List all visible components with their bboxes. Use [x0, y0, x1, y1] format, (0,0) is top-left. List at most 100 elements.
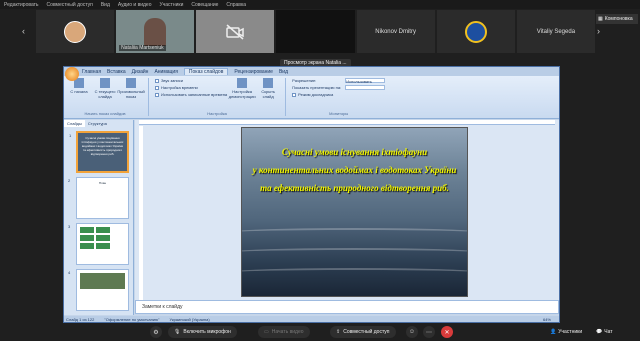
- mic-off-icon: 🎙: [174, 329, 181, 335]
- next-page-icon[interactable]: ›: [597, 26, 600, 36]
- participant-tile[interactable]: [36, 10, 115, 53]
- chat-button[interactable]: 💬 Чат: [596, 329, 613, 335]
- share-button[interactable]: ⇪ Совместный доступ: [330, 326, 396, 338]
- status-bar: Слайд 1 из 122 "Оформление по умолчанию"…: [64, 316, 559, 322]
- group-start-slideshow: С начала С текущего слайда Произвольный …: [68, 78, 149, 116]
- slide-editor: Сучасні умови існування іхтіофауни у кон…: [135, 120, 559, 300]
- participant-tile[interactable]: [436, 10, 515, 53]
- from-beginning-button[interactable]: С начала: [68, 78, 90, 99]
- group-name: Настройка: [207, 111, 227, 116]
- participants-button[interactable]: 👤 Участники: [550, 329, 582, 335]
- theme-name: "Оформление по умолчанию": [104, 316, 160, 322]
- checkbox[interactable]: [155, 92, 159, 97]
- avatar: [64, 20, 87, 43]
- slide-thumbnail[interactable]: 3: [68, 223, 129, 265]
- horizontal-ruler: [139, 120, 555, 125]
- group-monitors: Разрешение: Показать презентацию на: Реж…: [292, 78, 391, 116]
- button-label: С текущего слайда: [94, 89, 116, 99]
- tab-design[interactable]: Дизайн: [132, 69, 149, 75]
- tab-slideshow[interactable]: Показ слайдов: [183, 68, 229, 75]
- slide-title[interactable]: Сучасні умови існування іхтіофауни у кон…: [246, 146, 463, 200]
- chat-label: Чат: [604, 329, 613, 335]
- hide-slide-icon: [263, 78, 274, 88]
- slide-thumbnail[interactable]: 2 План: [68, 177, 129, 219]
- participants-label: Участники: [558, 329, 583, 335]
- more-icon[interactable]: ⋯: [423, 326, 435, 338]
- resolution-dropdown[interactable]: Использовать текущее: [345, 78, 386, 89]
- menu-meeting[interactable]: Совещание: [191, 2, 218, 8]
- slide-number: 2: [68, 178, 71, 183]
- thumbnail-text: План: [98, 181, 107, 185]
- start-video-button[interactable]: ▭ Начать видео: [258, 326, 310, 338]
- prev-page-icon[interactable]: ‹: [22, 26, 25, 36]
- participant-name: Nikonov Dmitry: [375, 28, 416, 35]
- tab-animation[interactable]: Анимация: [154, 69, 177, 75]
- slide-thumbnail[interactable]: 1 Сучасні умови існування іхтіофауни у к…: [69, 131, 129, 173]
- participant-tile[interactable]: Nataliia Martseniuk: [116, 10, 195, 53]
- tab-view[interactable]: Вид: [279, 69, 288, 75]
- option-timing[interactable]: Настройка времени: [155, 85, 227, 90]
- button-label: С начала: [70, 89, 88, 94]
- leave-icon[interactable]: ✕: [441, 326, 453, 338]
- menu-audio-video[interactable]: Аудио и видео: [118, 2, 152, 8]
- current-slide[interactable]: Сучасні умови існування іхтіофауни у кон…: [241, 127, 468, 297]
- slides-panel: Слайды Структура 1 Сучасні умови існуван…: [64, 120, 134, 315]
- video-icon: ▭: [264, 329, 269, 335]
- menu-view[interactable]: Вид: [101, 2, 110, 8]
- option-presenter-view[interactable]: Режим докладчика: [292, 92, 341, 97]
- slide-number: 1: [69, 133, 72, 138]
- tab-review[interactable]: Рецензирование: [234, 69, 273, 75]
- tab-insert[interactable]: Вставка: [107, 69, 126, 75]
- menu-edit[interactable]: Редактировать: [4, 2, 39, 8]
- tab-slides[interactable]: Слайды: [64, 120, 85, 127]
- reactions-icon[interactable]: ☺: [406, 326, 418, 338]
- ribbon: С начала С текущего слайда Произвольный …: [64, 76, 559, 119]
- button-label: Скрыть слайд: [261, 89, 275, 99]
- checkbox[interactable]: [292, 92, 297, 97]
- settings-icon[interactable]: ⚙: [150, 326, 162, 338]
- unmute-button[interactable]: 🎙 Включить микрофон: [168, 326, 237, 338]
- video-tiles: Nataliia Martseniuk Nikonov Dmitry Vital…: [36, 10, 595, 53]
- checkbox[interactable]: [155, 85, 159, 90]
- option-label: Использовать записанные времена: [161, 92, 228, 97]
- top-menu: Редактировать Совместный доступ Вид Ауди…: [0, 0, 640, 9]
- tab-outline[interactable]: Структура: [85, 120, 110, 127]
- thumbnail-text: Сучасні умови існування іхтіофауни у кон…: [81, 136, 124, 156]
- participant-tile[interactable]: [276, 10, 355, 53]
- monitor-dropdown[interactable]: [345, 85, 386, 90]
- participant-tile[interactable]: Nikonov Dmitry: [356, 10, 435, 53]
- checkbox[interactable]: [155, 78, 159, 83]
- layout-label: Компоновка: [604, 16, 633, 22]
- menu-participants[interactable]: Участники: [160, 2, 184, 8]
- button-label: Настройка демонстрации: [228, 89, 256, 99]
- group-name: Начать показ слайдов: [84, 111, 126, 116]
- setup-show-button[interactable]: Настройка демонстрации: [228, 78, 256, 99]
- group-name: Мониторы: [329, 111, 349, 116]
- language: Украинский (Украина): [169, 316, 210, 322]
- participant-tile[interactable]: [196, 10, 275, 53]
- menu-help[interactable]: Справка: [226, 2, 246, 8]
- menu-share[interactable]: Совместный доступ: [47, 2, 93, 8]
- layout-button[interactable]: ▦ Компоновка: [596, 14, 638, 24]
- from-current-button[interactable]: С текущего слайда: [94, 78, 116, 99]
- option-record[interactable]: Звук записи: [155, 78, 227, 83]
- tab-home[interactable]: Главная: [82, 69, 101, 75]
- office-button[interactable]: [65, 67, 79, 81]
- option-label: Настройка времени: [161, 85, 198, 90]
- grid-icon: ▦: [598, 16, 603, 22]
- people-icon: 👤: [550, 329, 557, 335]
- notes-pane[interactable]: Заметки к слайду: [135, 300, 559, 314]
- slide-thumbnail[interactable]: 4: [68, 269, 129, 311]
- participant-tile[interactable]: Vitaliy Segeda: [516, 10, 595, 53]
- option-label: Режим докладчика: [298, 92, 334, 97]
- meeting-controls: ⚙ 🎙 Включить микрофон ▭ Начать видео ⇪ Совм…: [0, 323, 640, 341]
- hide-slide-button[interactable]: Скрыть слайд: [257, 78, 279, 99]
- title-line: у континентальних водоймах і водотоках У…: [252, 165, 457, 175]
- zoom-level[interactable]: 64%: [543, 317, 551, 322]
- title-line: Сучасні умови існування іхтіофауни: [281, 147, 428, 157]
- option-resolution: Разрешение:: [292, 78, 341, 83]
- custom-show-button[interactable]: Произвольный показ: [117, 78, 145, 99]
- option-recorded-timings[interactable]: Использовать записанные времена: [155, 92, 227, 97]
- avatar: [464, 20, 487, 43]
- chat-icon: 💬: [596, 329, 603, 335]
